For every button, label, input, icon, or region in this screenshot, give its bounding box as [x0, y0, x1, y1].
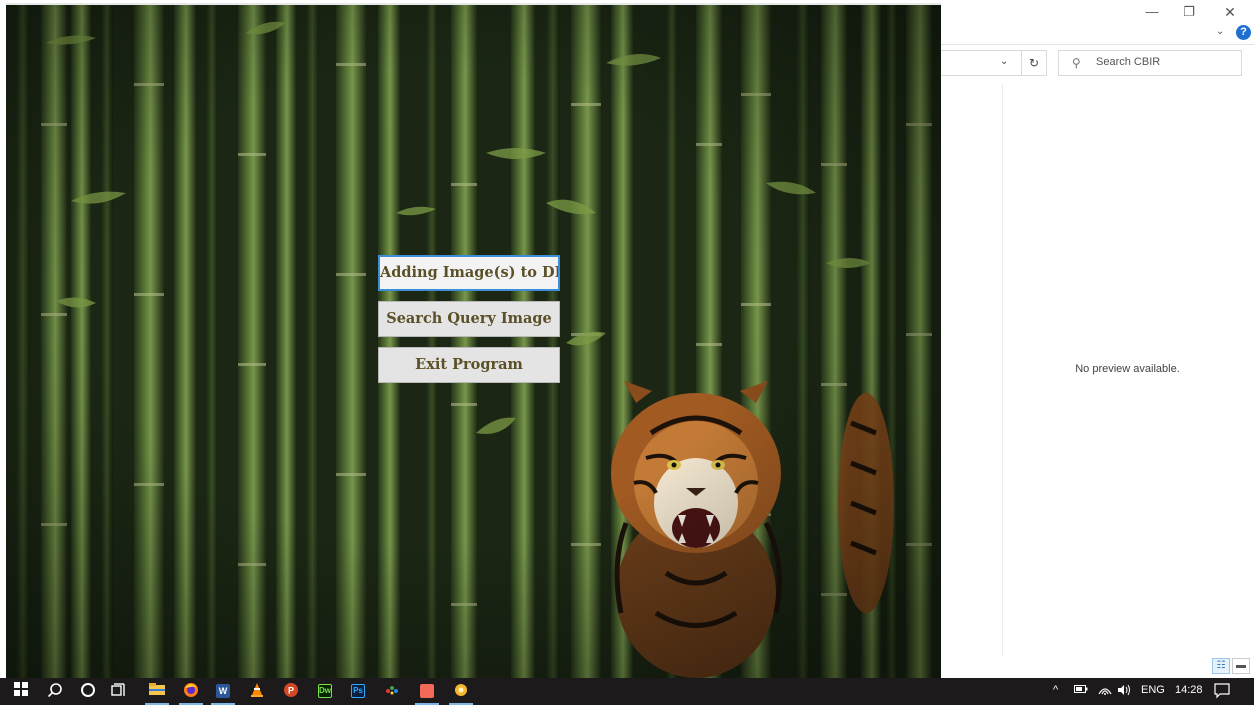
palette-icon[interactable]: [383, 682, 401, 700]
large-icons-view-button[interactable]: ▬: [1232, 658, 1250, 674]
search-query-image-button[interactable]: Search Query Image: [378, 301, 560, 337]
action-center-icon[interactable]: [1214, 683, 1230, 702]
clock-time[interactable]: 14:28: [1175, 684, 1203, 696]
pink-app-icon[interactable]: [415, 682, 439, 705]
vlc-cone-icon[interactable]: [248, 682, 266, 700]
close-button[interactable]: ✕: [1216, 4, 1244, 20]
task-view-icon[interactable]: [110, 682, 128, 700]
toolbar-divider: [940, 44, 1254, 45]
preview-pane-divider[interactable]: [1002, 84, 1003, 656]
bamboo-background: [6, 3, 941, 678]
details-view-button[interactable]: ☷: [1212, 658, 1230, 674]
exit-program-button[interactable]: Exit Program: [378, 347, 560, 383]
yellow-app-icon[interactable]: [449, 682, 473, 705]
preview-pane-message: No preview available.: [1075, 363, 1180, 375]
search-icon: ⚲: [1072, 56, 1081, 70]
refresh-button[interactable]: ↻: [1021, 50, 1047, 76]
address-dropdown-icon[interactable]: ⌄: [1000, 56, 1008, 67]
svg-text:P: P: [288, 686, 294, 696]
search-placeholder: Search CBIR: [1096, 56, 1161, 68]
restore-button[interactable]: ❐: [1175, 4, 1203, 20]
cbir-app-window: Adding Image(s) to DB Search Query Image…: [6, 3, 941, 678]
help-button[interactable]: ?: [1236, 25, 1251, 40]
red-circle-app-icon[interactable]: P: [282, 682, 300, 700]
add-images-button[interactable]: Adding Image(s) to DB: [378, 255, 560, 291]
folder-icon[interactable]: [145, 682, 169, 705]
show-hidden-icons-chevron[interactable]: ^: [1053, 684, 1058, 696]
dreamweaver-icon[interactable]: Dw: [316, 682, 334, 700]
battery-icon[interactable]: [1074, 684, 1088, 697]
ribbon-expand-chevron-icon[interactable]: ⌄: [1216, 26, 1224, 37]
wifi-icon[interactable]: [1098, 684, 1112, 699]
address-bar[interactable]: [940, 50, 1022, 76]
cortana-circle-icon[interactable]: [79, 682, 97, 700]
desktop-screen: — ❐ ✕ ⌄ ? ⌄ ↻ ⚲ Search CBIR No preview a…: [0, 0, 1254, 705]
windows-logo-icon[interactable]: [12, 682, 30, 700]
minimize-button[interactable]: —: [1138, 4, 1166, 20]
input-language-indicator[interactable]: ENG: [1141, 684, 1165, 696]
firefox-icon[interactable]: [179, 682, 203, 705]
search-icon[interactable]: [46, 682, 64, 700]
word-icon[interactable]: W: [211, 682, 235, 705]
windows-taskbar: W P Dw Ps ^ ENG 14:28: [0, 678, 1254, 705]
photoshop-icon[interactable]: Ps: [349, 682, 367, 700]
volume-icon[interactable]: [1117, 684, 1131, 699]
